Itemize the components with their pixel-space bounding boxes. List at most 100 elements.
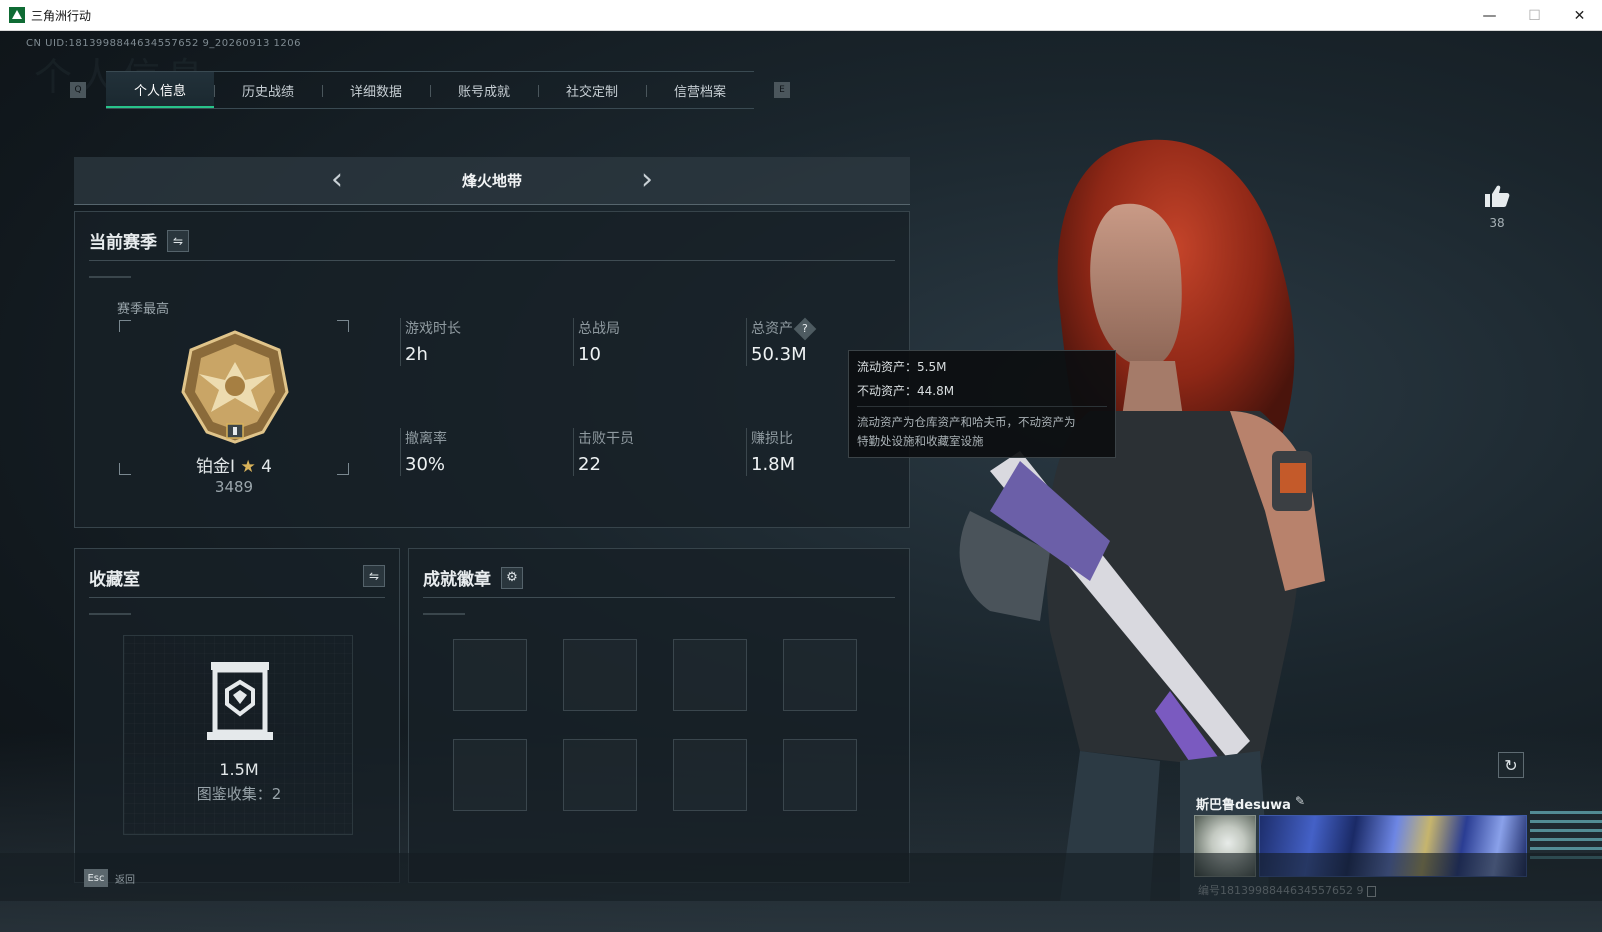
prev-tab-key[interactable]: Q <box>70 82 86 98</box>
stat-value: 50.3M <box>751 344 807 365</box>
season-swap-button[interactable]: ⇋ <box>167 229 189 252</box>
rank-medal-icon <box>181 330 289 444</box>
divider <box>89 260 895 261</box>
tooltip-desc-line: 特勤处设施和收藏室设施 <box>857 434 984 448</box>
window-titlebar: 三角洲行动 — ☐ ✕ <box>0 0 1602 31</box>
tab-achievements[interactable]: 账号成就 <box>430 72 538 108</box>
like-count: 38 <box>1489 216 1505 230</box>
minimize-button[interactable]: — <box>1467 0 1512 31</box>
next-tab-key[interactable]: E <box>774 82 790 98</box>
uid-label: CN UID:1813998844634557652 9_20260913 12… <box>26 38 301 49</box>
collection-header: 收藏室 <box>89 565 385 590</box>
tab-personal-info[interactable]: 个人信息 <box>106 72 214 108</box>
stat-value: 22 <box>578 454 601 475</box>
stat-label: 游戏时长 <box>405 321 461 337</box>
window-controls: — ☐ ✕ <box>1467 0 1602 31</box>
stat-extraction-rate: 撤离率 30% <box>400 428 447 476</box>
thumbs-up-icon <box>1485 185 1510 207</box>
stat-value: 2h <box>405 344 428 365</box>
collection-panel[interactable]: 收藏室 ⇋ 1.5M 图鉴收集：2 <box>74 548 400 883</box>
character-portrait <box>959 139 1325 901</box>
achievements-title: 成就徽章 <box>423 570 491 590</box>
divider <box>89 597 385 598</box>
maximize-button[interactable]: ☐ <box>1512 0 1557 31</box>
game-stage: 个人信息 CN UID:1813998844634557652 9_202609… <box>0 31 1602 932</box>
like-button[interactable]: 38 <box>1482 184 1512 230</box>
stat-separator <box>746 318 747 366</box>
stat-label: 撤离率 <box>405 431 447 447</box>
tab-social[interactable]: 社交定制 <box>538 72 646 108</box>
esc-key[interactable]: Esc <box>84 869 108 887</box>
divider <box>423 597 895 598</box>
stat-value: 10 <box>578 344 601 365</box>
tooltip-description: 流动资产为仓库资产和哈夫币，不动资产为 特勤处设施和收藏室设施 <box>857 406 1107 451</box>
bottom-bar <box>0 853 1602 901</box>
divider-accent <box>423 613 465 615</box>
stat-profit-ratio: 赚损比 1.8M <box>746 428 795 476</box>
frame-corner <box>119 320 131 332</box>
badge-slot[interactable] <box>563 739 637 811</box>
mode-title: 烽火地带 <box>461 172 522 190</box>
collection-title: 收藏室 <box>89 570 140 590</box>
gear-icon[interactable]: ⚙ <box>501 566 523 589</box>
stat-label-text: 总资产 <box>751 321 793 337</box>
stat-label: 总资产? <box>751 317 817 341</box>
stat-separator <box>400 318 401 366</box>
rank-star-icon: ★ <box>240 457 256 477</box>
badge-slot[interactable] <box>453 739 527 811</box>
season-header: 当前赛季 ⇋ <box>89 228 189 253</box>
achievements-header: 成就徽章 ⚙ <box>423 565 523 590</box>
assets-tooltip: 流动资产：5.5M 不动资产：44.8M 流动资产为仓库资产和哈夫币，不动资产为… <box>848 350 1116 458</box>
stat-label: 赚损比 <box>751 431 793 447</box>
season-best-label: 赛季最高 <box>117 302 170 317</box>
stat-total-assets: 总资产? 50.3M <box>746 317 817 366</box>
tooltip-desc-line: 流动资产为仓库资产和哈夫币，不动资产为 <box>857 415 1076 429</box>
stat-separator <box>746 428 747 476</box>
rank-frame: 铂金I ★ 4 3489 <box>119 320 349 496</box>
refresh-icon[interactable]: ↻ <box>1498 752 1524 778</box>
badge-slot[interactable] <box>563 639 637 711</box>
vault-icon <box>207 662 273 740</box>
tooltip-fixed-assets: 不动资产：44.8M <box>857 384 955 398</box>
mode-selector: ‹ 烽火地带 › <box>74 157 910 205</box>
collection-value: 1.5M <box>219 760 259 779</box>
rank-name: 铂金I ★ 4 <box>119 452 349 477</box>
tab-detailed-data[interactable]: 详细数据 <box>322 72 430 108</box>
rank-score: 3489 <box>214 478 254 496</box>
collection-swap-button[interactable]: ⇋ <box>363 565 385 587</box>
tab-archive[interactable]: 信营档案 <box>646 72 754 108</box>
player-name: 斯巴鲁desuwa <box>1196 798 1291 813</box>
divider-accent <box>89 613 131 615</box>
close-button[interactable]: ✕ <box>1557 0 1602 31</box>
stat-total-matches: 总战局 10 <box>573 318 620 366</box>
rank-star-count: 4 <box>261 457 272 477</box>
season-panel: 当前赛季 ⇋ 赛季最高 铂金I ★ 4 3489 游戏时长 2h 总战局 10 … <box>74 211 910 528</box>
badge-slot[interactable] <box>673 739 747 811</box>
stat-kills: 击败干员 22 <box>573 428 634 476</box>
season-title: 当前赛季 <box>89 233 157 253</box>
app-icon <box>9 7 25 23</box>
badge-slot[interactable] <box>783 739 857 811</box>
badge-slot[interactable] <box>783 639 857 711</box>
stat-value: 30% <box>405 454 446 475</box>
stat-label: 总战局 <box>578 321 620 337</box>
window-title: 三角洲行动 <box>31 8 92 23</box>
divider-accent <box>89 276 131 278</box>
badge-slot[interactable] <box>673 639 747 711</box>
badge-slot[interactable] <box>453 639 527 711</box>
stat-separator <box>400 428 401 476</box>
mode-prev-button[interactable]: ‹ <box>327 164 347 196</box>
tab-bar: Q 个人信息 历史战绩 详细数据 账号成就 社交定制 信营档案 E <box>70 71 790 109</box>
collection-display: 1.5M 图鉴收集：2 <box>123 635 353 835</box>
stat-separator <box>573 428 574 476</box>
stat-label: 击败干员 <box>578 431 634 447</box>
mode-next-button[interactable]: › <box>637 164 657 196</box>
tab-history[interactable]: 历史战绩 <box>214 72 322 108</box>
edit-icon[interactable]: ✎ <box>1295 794 1305 808</box>
collection-count: 图鉴收集：2 <box>196 785 282 803</box>
back-label[interactable]: 返回 <box>115 871 135 886</box>
stat-playtime: 游戏时长 2h <box>400 318 461 366</box>
help-icon[interactable]: ? <box>793 317 817 341</box>
achievements-panel: 成就徽章 ⚙ <box>408 548 910 883</box>
rank-tier: 铂金I <box>196 457 236 477</box>
